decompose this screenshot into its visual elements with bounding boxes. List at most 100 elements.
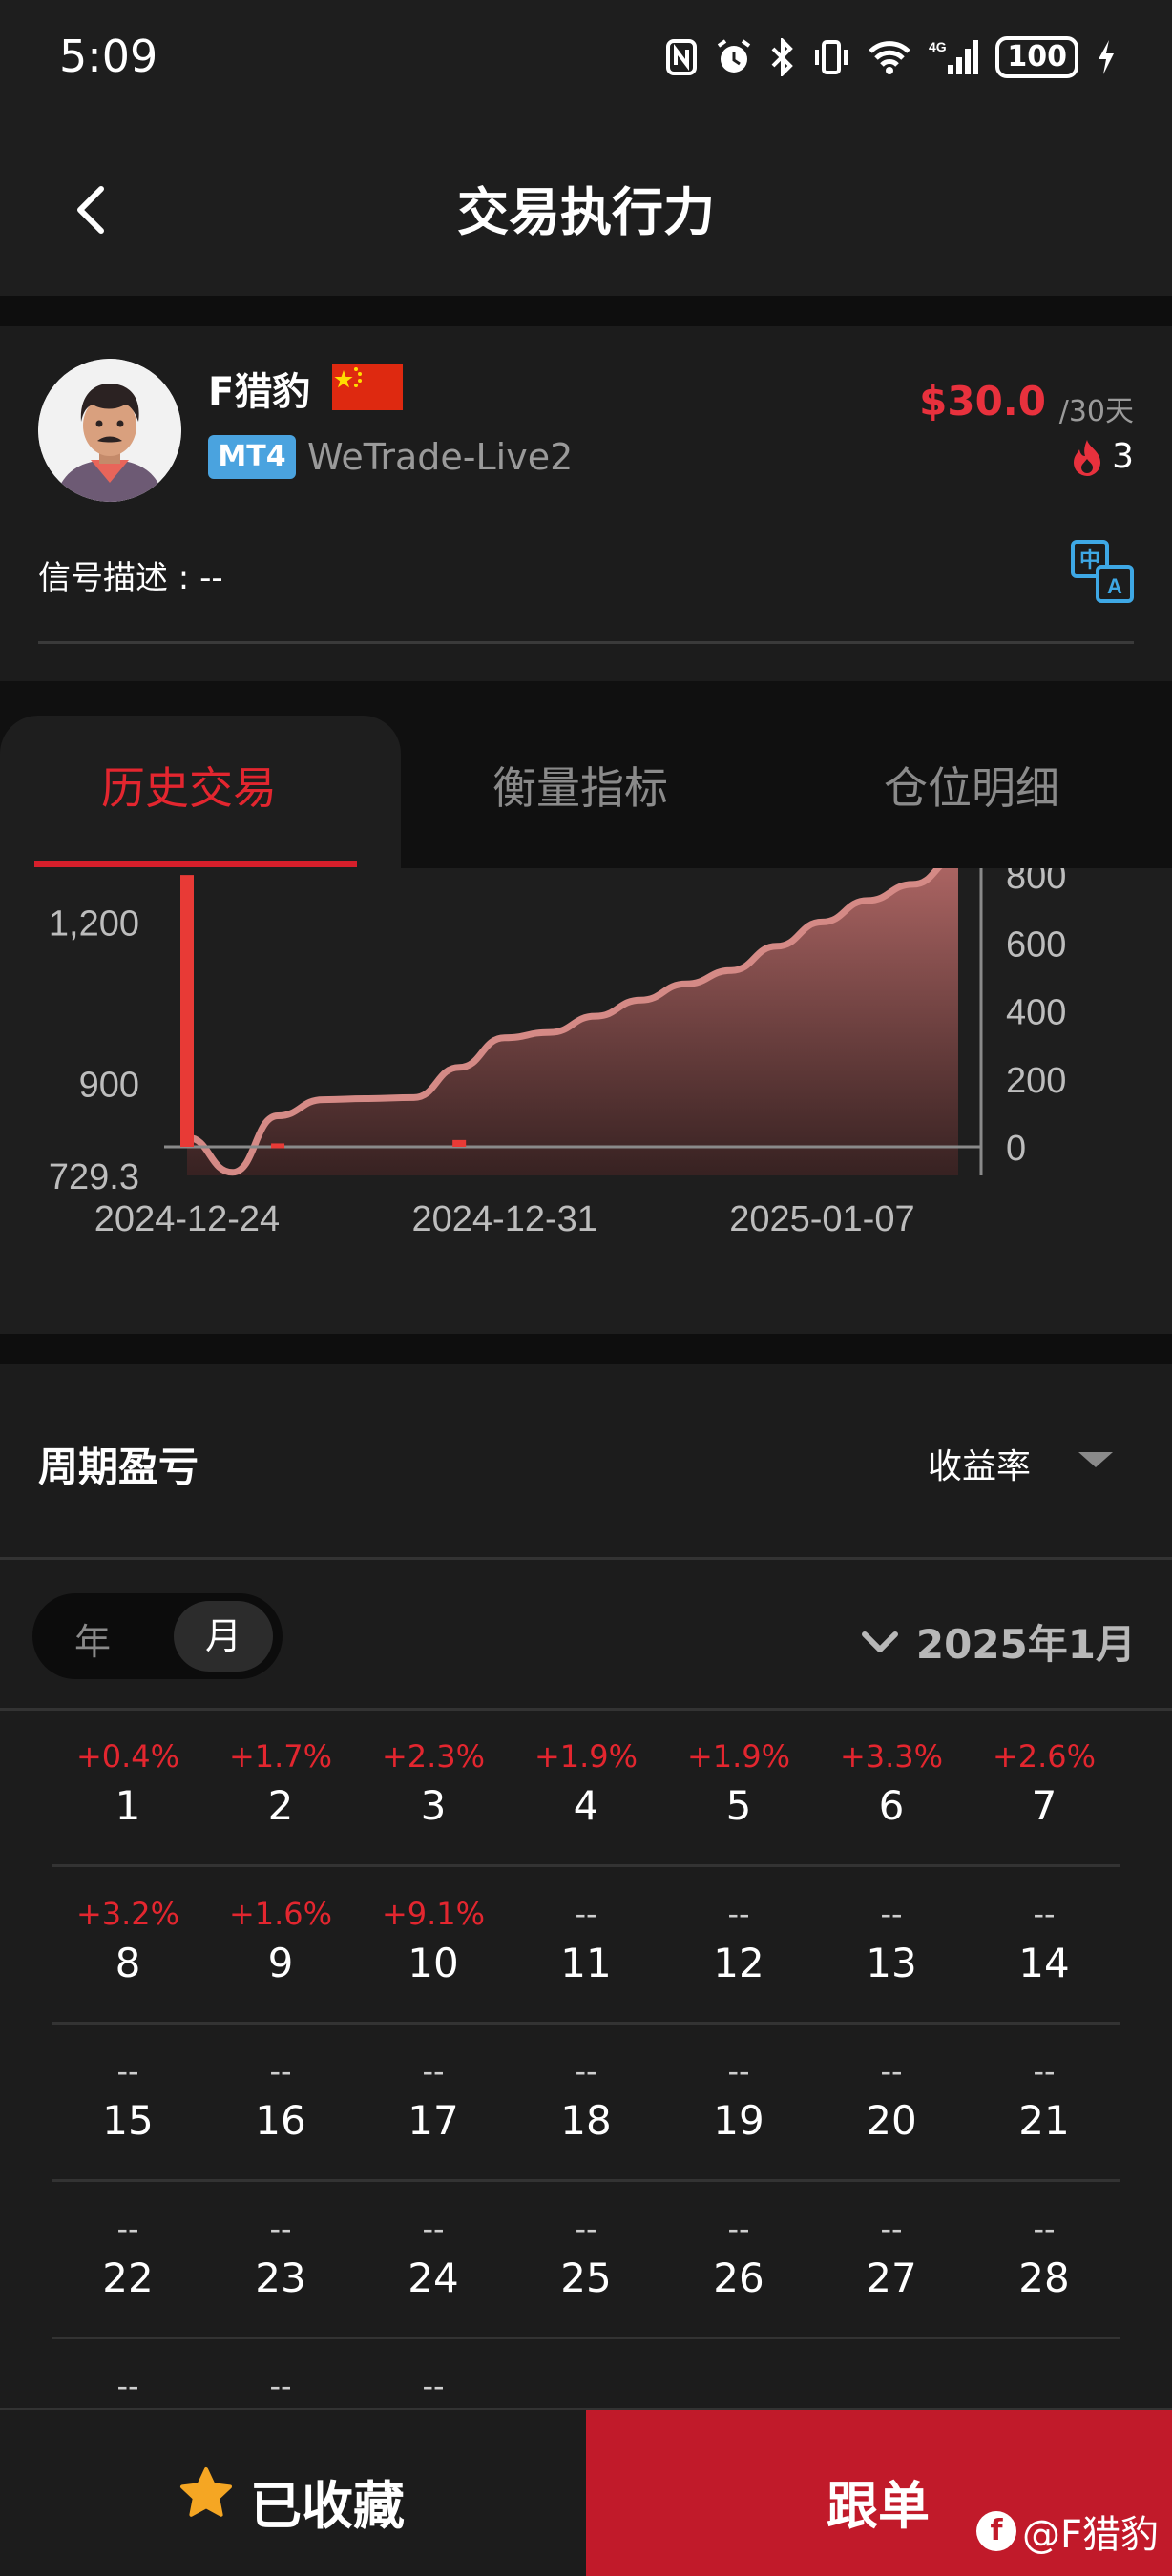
calendar-day-cell[interactable]: -- 18: [510, 2025, 662, 2182]
y-left-tick-label: 729.3: [49, 1157, 139, 1197]
y-right-tick-label: 600: [1006, 924, 1066, 965]
x-tick-label: 2025-01-07: [729, 1199, 914, 1239]
tab-history-trades[interactable]: 历史交易: [101, 754, 277, 817]
day-number: 14: [1018, 1940, 1070, 1986]
mode-month-option[interactable]: 月: [174, 1601, 273, 1672]
calendar-day-cell[interactable]: -- 26: [662, 2182, 815, 2339]
calendar-day-cell[interactable]: +0.4% 1: [52, 1710, 204, 1867]
vibrate-icon: [815, 40, 848, 74]
day-number: 22: [102, 2254, 154, 2301]
nfc-icon: [666, 39, 698, 75]
calendar-day-cell[interactable]: +1.9% 5: [662, 1710, 815, 1867]
calendar-day-cell[interactable]: -- 25: [510, 2182, 662, 2339]
day-return: --: [880, 1896, 903, 1932]
popularity: 3: [1070, 437, 1134, 476]
day-return: --: [727, 2053, 750, 2089]
calendar-week-row: +3.2% 8 +1.6% 9 +9.1% 10 -- 11 -- 12 -- 13 -- 14: [52, 1867, 1120, 2025]
equity-chart[interactable]: 1,200 900 729.3 800 600 400 200 0 2024-12-24 2024…: [0, 868, 1172, 1334]
calendar-day-cell[interactable]: -- 16: [204, 2025, 357, 2182]
selected-month: 2025年1月: [915, 1621, 1136, 1668]
calendar-day-cell[interactable]: -- 24: [357, 2182, 510, 2339]
day-number: 3: [420, 1782, 447, 1829]
calendar-day-cell[interactable]: +3.3% 6: [815, 1710, 968, 1867]
subscription-price: $30.0: [919, 378, 1046, 425]
day-return: --: [116, 2211, 139, 2247]
calendar-day-cell[interactable]: +2.6% 7: [968, 1710, 1120, 1867]
day-number: 13: [866, 1940, 917, 1986]
day-number: 10: [408, 1940, 459, 1986]
y-right-tick-label: 0: [1006, 1129, 1026, 1169]
calendar-day-cell[interactable]: -- 19: [662, 2025, 815, 2182]
calendar-day-cell[interactable]: +9.1% 10: [357, 1867, 510, 2025]
section-title: 周期盈亏: [38, 1444, 199, 1490]
day-return: --: [422, 2211, 445, 2247]
calendar-day-cell[interactable]: -- 20: [815, 2025, 968, 2182]
day-number: 5: [725, 1782, 752, 1829]
day-number: 7: [1031, 1782, 1057, 1829]
calendar-day-cell[interactable]: -- 12: [662, 1867, 815, 2025]
copy-trade-label: 跟单: [827, 2476, 930, 2536]
volume-bar: [271, 1143, 285, 1149]
day-number: 15: [102, 2097, 154, 2144]
metric-dropdown[interactable]: 收益率: [928, 1439, 1031, 1488]
status-icons: 4G 100: [665, 34, 1117, 80]
day-number: 26: [713, 2254, 764, 2301]
avatar[interactable]: [38, 359, 181, 502]
day-return: --: [1033, 2053, 1056, 2089]
calendar-day-cell[interactable]: -- 23: [204, 2182, 357, 2339]
calendar-day-cell[interactable]: +1.7% 2: [204, 1710, 357, 1867]
day-return: +2.3%: [381, 1738, 486, 1775]
translate-icon[interactable]: 中 A: [1069, 538, 1136, 605]
copy-trade-button[interactable]: 跟单 f @F猎豹: [586, 2410, 1172, 2576]
day-number: 18: [560, 2097, 612, 2144]
day-return: --: [1033, 1896, 1056, 1932]
calendar-day-cell[interactable]: -- 17: [357, 2025, 510, 2182]
day-number: 17: [408, 2097, 459, 2144]
platform-badge: MT4: [208, 435, 296, 479]
calendar-day-cell[interactable]: -- 27: [815, 2182, 968, 2339]
day-return: --: [575, 1896, 597, 1932]
period-pnl-section: 周期盈亏 收益率 年 月 2025年1月 +0.4% 1 +1.7% 2 +2.3% 3 +…: [0, 1364, 1172, 2414]
x-tick-label: 2024-12-24: [94, 1199, 280, 1239]
day-number: 28: [1018, 2254, 1070, 2301]
caret-down-icon[interactable]: [1078, 1452, 1113, 1467]
calendar-day-cell[interactable]: -- 22: [52, 2182, 204, 2339]
y-left-tick-label: 1,200: [49, 904, 139, 944]
day-return: +1.9%: [686, 1738, 791, 1775]
day-return: --: [880, 2053, 903, 2089]
calendar-day-cell[interactable]: +1.9% 4: [510, 1710, 662, 1867]
day-return: +3.3%: [839, 1738, 944, 1775]
tab-metrics[interactable]: 衡量指标: [492, 754, 668, 817]
day-number: 11: [560, 1940, 612, 1986]
calendar-day-cell[interactable]: +3.2% 8: [52, 1867, 204, 2025]
day-return: --: [422, 2368, 445, 2404]
day-return: --: [422, 2053, 445, 2089]
tab-positions[interactable]: 仓位明细: [884, 754, 1059, 817]
day-number: 21: [1018, 2097, 1070, 2144]
calendar-day-cell[interactable]: -- 28: [968, 2182, 1120, 2339]
calendar-day-cell[interactable]: -- 15: [52, 2025, 204, 2182]
calendar-day-cell[interactable]: +2.3% 3: [357, 1710, 510, 1867]
calendar-day-cell[interactable]: -- 11: [510, 1867, 662, 2025]
day-number: 8: [115, 1940, 141, 1986]
calendar-week-row: -- 22 -- 23 -- 24 -- 25 -- 26 -- 27 -- 28: [52, 2182, 1120, 2339]
day-return: --: [116, 2053, 139, 2089]
bluetooth-icon: [771, 38, 794, 76]
volume-bar: [452, 1139, 467, 1147]
month-picker[interactable]: 2025年1月: [861, 1612, 1136, 1671]
calendar-day-cell[interactable]: -- 21: [968, 2025, 1120, 2182]
favorite-button[interactable]: 已收藏: [0, 2410, 586, 2576]
y-left-tick-label: 900: [79, 1066, 139, 1106]
calendar-day-cell[interactable]: -- 14: [968, 1867, 1120, 2025]
day-return: +9.1%: [381, 1896, 486, 1932]
facebook-icon: f: [975, 2511, 1016, 2551]
day-number: 2: [267, 1782, 294, 1829]
nav-bar: 交易执行力: [0, 114, 1172, 296]
day-return: --: [727, 1896, 750, 1932]
signal-4g-icon: 4G: [929, 39, 979, 74]
mode-year-option[interactable]: 年: [74, 1612, 111, 1665]
calendar-day-cell[interactable]: +1.6% 9: [204, 1867, 357, 2025]
fire-icon: [1074, 439, 1101, 476]
day-return: --: [880, 2211, 903, 2247]
calendar-day-cell[interactable]: -- 13: [815, 1867, 968, 2025]
